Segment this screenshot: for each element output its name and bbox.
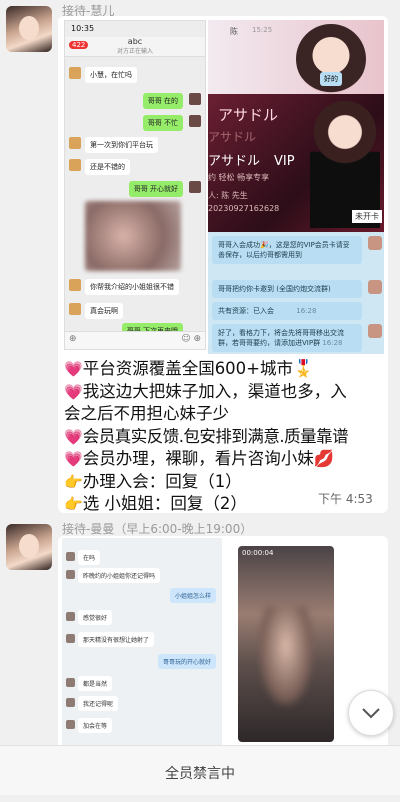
video-thumbnail[interactable]: 00:00:04 — [238, 546, 334, 742]
vip-card-vip-line: アサドル VIP — [208, 154, 295, 169]
promo-line: 💗会员办理，裸聊，看片咨询小妹💋 — [64, 449, 335, 468]
muted-notice-text: 全员禁言中 — [165, 766, 235, 782]
reply-bubble: 好的 — [320, 72, 342, 86]
chat-screenshot: 在吗 昨晚约的小姐姐你还记得吗 小姐姐怎么样 感觉很好 那天精没有很想让她射了 … — [62, 538, 222, 746]
vip-top-panel: 陈 15:25 好的 — [208, 20, 384, 94]
sender-avatar[interactable] — [6, 524, 52, 570]
mini-message: 哥哥 开心就好 — [128, 181, 183, 197]
chevron-down-icon — [362, 708, 380, 719]
mini-message: 我还记得呢 — [78, 696, 119, 711]
mini-message: 在吗 — [78, 550, 101, 565]
vip-card-title: アサドル — [218, 106, 279, 124]
vip-card-line1: 约 轻松 畅享专享 — [208, 173, 270, 182]
mini-message: 你帮我介绍的小姐姐很不错 — [85, 279, 179, 295]
muted-notice-bar: 全员禁言中 — [0, 745, 400, 795]
mini-message: 第一次到你们平台玩 — [85, 137, 158, 153]
mini-message: 那天精没有很想让她射了 — [78, 632, 155, 647]
mini-message: 小姐姐怎么样 — [169, 588, 216, 603]
vip-card-tag: 未开卡 — [352, 210, 382, 223]
phone-header: 422 abc 对方正在输入 — [65, 37, 205, 57]
phone-input-bar: ⊕ ☺ ⊕ — [65, 331, 205, 349]
back-badge: 422 — [69, 41, 89, 49]
mini-message: 真会玩啊 — [85, 303, 123, 319]
blue-message: 共有资源：已入会 16:28 — [212, 302, 362, 320]
sender-name: 接待-曼曼（早上6:00-晚上19:00） — [62, 522, 253, 536]
promo-line: 会之后不用担心妹子少 — [64, 404, 229, 423]
mini-message: 加会在等 — [78, 718, 113, 733]
vip-card-line3: 20230927162628 — [208, 204, 280, 213]
scroll-down-button[interactable] — [348, 690, 394, 736]
mini-message: 哥哥 在的 — [142, 93, 183, 109]
blue-message: 好了，看格力下，将会先将哥哥移出交流群，若哥哥要约，请添加进VIP群 16:28 — [212, 324, 362, 352]
mini-message: 感觉很好 — [78, 610, 113, 625]
blurred-photo — [85, 201, 181, 271]
image-collage[interactable]: 10:35 422 abc 对方正在输入 小慧，在忙吗 哥哥 在的 哥哥 不忙 … — [58, 16, 388, 354]
phone-status-time: 10:35 — [71, 24, 95, 33]
name-chip: 陈 — [230, 27, 238, 36]
blue-message: 哥哥入会成功🎉，这是您的VIP会员卡请妥善保存，以后约哥都需用到 — [212, 236, 362, 264]
mini-message: 哥哥玩的开心就好 — [157, 654, 216, 669]
mini-message: 哥哥 不忙 — [142, 115, 183, 131]
vip-card: アサドル アサドル アサドル VIP 约 轻松 畅享专享 人: 陈 先生 2023… — [208, 94, 384, 232]
vip-card-line2: 人: 陈 先生 — [208, 191, 248, 200]
image-message[interactable]: 在吗 昨晚约的小姐姐你还记得吗 小姐姐怎么样 感觉很好 那天精没有很想让她射了 … — [58, 536, 388, 746]
promo-line: 💗平台资源覆盖全国600+城市🎖️ — [64, 359, 314, 378]
video-duration: 00:00:04 — [242, 549, 274, 557]
vip-screenshot: 陈 15:25 好的 アサドル アサドル アサドル VIP 约 轻松 畅享专享 人… — [208, 20, 384, 354]
mini-message: 还是不错的 — [85, 159, 130, 175]
mini-message: 小慧，在忙吗 — [85, 67, 137, 83]
message-time: 下午 4:53 — [318, 492, 373, 506]
chat-screenshot: 10:35 422 abc 对方正在输入 小慧，在忙吗 哥哥 在的 哥哥 不忙 … — [64, 20, 206, 350]
mini-message: 昨晚约的小姐姐你还记得吗 — [78, 568, 161, 583]
mini-message: 都是当然 — [78, 676, 113, 691]
sender-avatar[interactable] — [6, 6, 52, 52]
time-label: 15:25 — [252, 26, 273, 34]
vip-card-photo — [310, 100, 380, 228]
vip-card-sub: アサドル — [208, 130, 257, 144]
promo-line: 💗会员真实反馈.包安排到满意.质量靠谱 — [64, 426, 349, 446]
promo-line: 💗我这边大把妹子加入，渠道也多，入 — [64, 381, 347, 401]
blue-message: 哥哥把约你卡邀到 (全国约炮交流群) — [212, 280, 362, 298]
